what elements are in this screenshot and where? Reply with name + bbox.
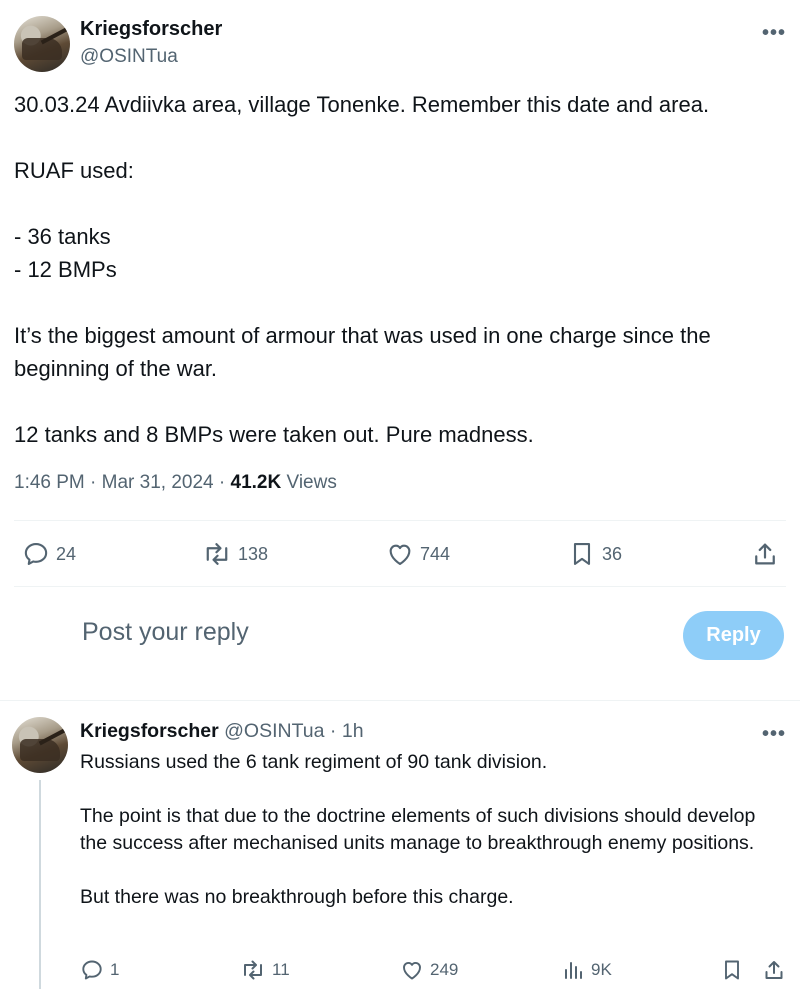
repost-icon bbox=[244, 960, 262, 980]
reply-like-action[interactable]: 249 bbox=[400, 958, 458, 982]
tweet-date[interactable]: Mar 31, 2024 bbox=[102, 472, 214, 493]
views-count: 41.2K bbox=[230, 472, 282, 493]
tweet-line: - 12 BMPs bbox=[14, 257, 117, 282]
tweet-line: - 36 tanks bbox=[14, 224, 111, 249]
reply-button[interactable]: Reply bbox=[683, 611, 784, 660]
reply-reply-count: 1 bbox=[110, 960, 120, 979]
tweet-text: 30.03.24 Avdiivka area, village Tonenke.… bbox=[14, 88, 784, 451]
thread-line bbox=[39, 780, 41, 989]
tweet-line bbox=[14, 286, 784, 319]
bookmark-action[interactable]: 36 bbox=[568, 540, 622, 568]
reply-line: But there was no breakthrough before thi… bbox=[80, 886, 514, 908]
share-icon bbox=[765, 961, 783, 979]
reply-like-count: 249 bbox=[430, 960, 459, 979]
reply-author-name[interactable]: Kriegsforscher bbox=[80, 720, 219, 742]
reply-views-count: 9K bbox=[591, 960, 612, 979]
reply-text: Russians used the 6 tank regiment of 90 … bbox=[80, 749, 770, 911]
reply-reply-action[interactable]: 1 bbox=[80, 958, 119, 982]
reply-repost-count: 11 bbox=[272, 960, 290, 979]
bookmark-icon bbox=[725, 960, 739, 980]
tweet-time[interactable]: 1:46 PM bbox=[14, 472, 85, 493]
reply-line bbox=[80, 776, 770, 803]
share-action[interactable] bbox=[751, 540, 779, 568]
reply-header: Kriegsforscher @OSINTua · 1h bbox=[80, 720, 364, 743]
heart-icon bbox=[389, 544, 411, 565]
reply-more-options-icon[interactable]: ••• bbox=[762, 724, 786, 744]
meta-separator: · bbox=[90, 472, 97, 493]
reply-separator: · bbox=[329, 720, 337, 742]
reply-input[interactable]: Post your reply bbox=[82, 618, 249, 647]
reply-action[interactable]: 24 bbox=[22, 540, 76, 568]
reply-author-avatar[interactable] bbox=[12, 717, 68, 773]
reply-line: The point is that due to the doctrine el… bbox=[80, 805, 756, 854]
meta-separator: · bbox=[218, 472, 226, 493]
author-avatar[interactable] bbox=[14, 16, 70, 72]
author-handle[interactable]: @OSINTua bbox=[80, 46, 178, 68]
tweet-line bbox=[14, 187, 784, 220]
analytics-icon bbox=[565, 962, 582, 979]
like-action[interactable]: 744 bbox=[386, 540, 450, 568]
reply-line: Russians used the 6 tank regiment of 90 … bbox=[80, 751, 548, 773]
like-count: 744 bbox=[420, 543, 451, 564]
tweet-line: 12 tanks and 8 BMPs were taken out. Pure… bbox=[14, 422, 534, 447]
tweet-line bbox=[14, 385, 784, 418]
reply-bookmark-action[interactable] bbox=[720, 958, 744, 982]
reply-share-action[interactable] bbox=[762, 958, 786, 982]
views-label: Views bbox=[286, 472, 337, 493]
reply-repost-action[interactable]: 11 bbox=[240, 958, 290, 982]
tweet-meta: 1:46 PM · Mar 31, 2024 · 41.2K Views bbox=[14, 472, 337, 494]
divider bbox=[14, 520, 786, 521]
tweet-line: 30.03.24 Avdiivka area, village Tonenke.… bbox=[14, 92, 710, 117]
reply-icon bbox=[82, 960, 102, 980]
share-icon bbox=[755, 543, 775, 565]
tweet-line: RUAF used: bbox=[14, 158, 134, 183]
author-name[interactable]: Kriegsforscher bbox=[80, 18, 222, 41]
repost-count: 138 bbox=[238, 543, 269, 564]
more-options-icon[interactable]: ••• bbox=[762, 23, 786, 43]
reply-count: 24 bbox=[56, 543, 77, 564]
reply-line bbox=[80, 857, 770, 884]
divider bbox=[14, 586, 786, 587]
repost-action[interactable]: 138 bbox=[202, 540, 268, 568]
heart-icon bbox=[403, 961, 421, 980]
reply-icon bbox=[24, 543, 48, 565]
section-divider bbox=[0, 700, 800, 701]
bookmark-count: 36 bbox=[602, 543, 623, 564]
repost-icon bbox=[206, 543, 228, 565]
tweet-line bbox=[14, 121, 784, 154]
bookmark-icon bbox=[573, 543, 591, 565]
tweet-line: It’s the biggest amount of armour that w… bbox=[14, 323, 711, 381]
reply-views-action[interactable]: 9K bbox=[561, 958, 612, 982]
reply-author-handle[interactable]: @OSINTua bbox=[224, 720, 324, 742]
reply-time[interactable]: 1h bbox=[342, 720, 364, 742]
